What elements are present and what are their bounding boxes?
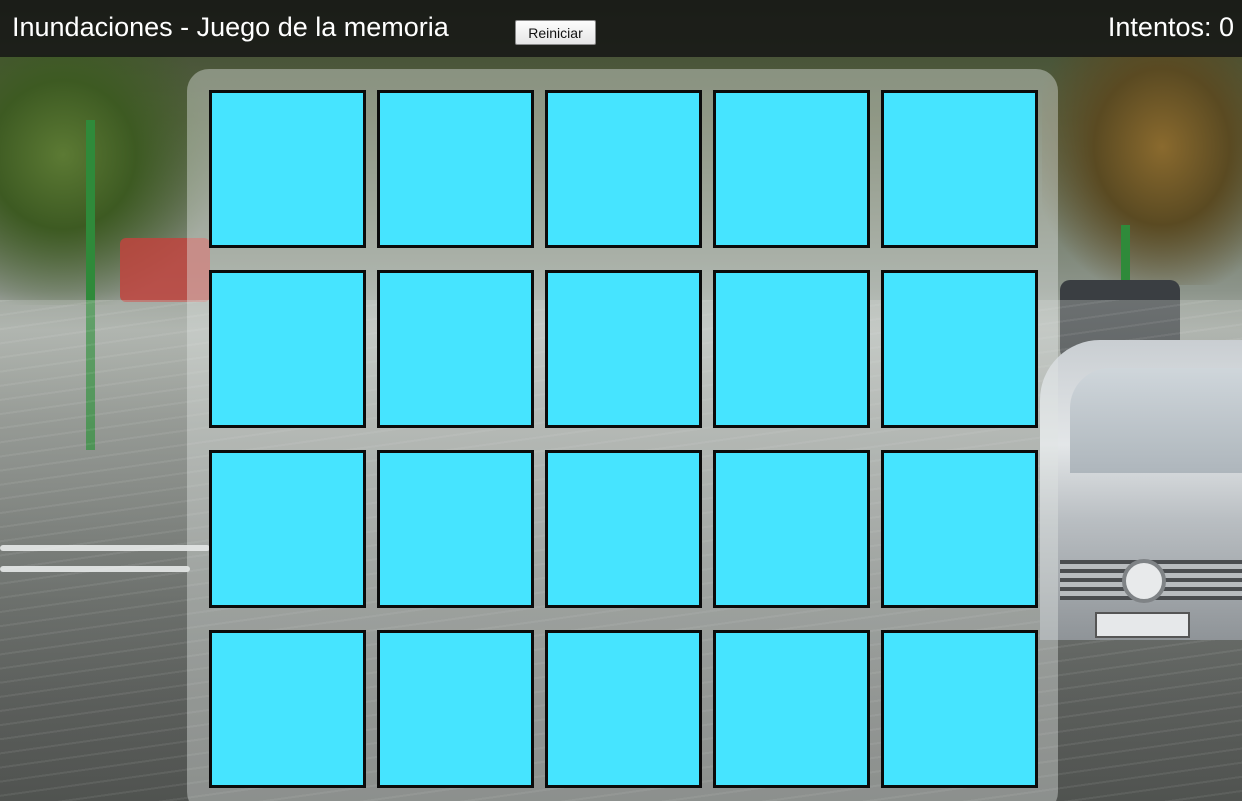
memory-card[interactable] xyxy=(209,630,366,788)
background-car-badge xyxy=(1122,559,1166,603)
reset-button[interactable]: Reiniciar xyxy=(515,20,596,45)
memory-card[interactable] xyxy=(881,630,1038,788)
memory-card[interactable] xyxy=(881,270,1038,428)
background-wave xyxy=(0,545,210,551)
background-car-windshield xyxy=(1070,368,1242,473)
memory-card[interactable] xyxy=(377,450,534,608)
memory-card[interactable] xyxy=(377,90,534,248)
memory-card[interactable] xyxy=(545,90,702,248)
memory-card[interactable] xyxy=(713,630,870,788)
header-bar: Inundaciones - Juego de la memoria Reini… xyxy=(0,0,1242,57)
memory-card[interactable] xyxy=(209,90,366,248)
background-wave xyxy=(0,566,190,572)
attempts-counter: Intentos: 0 xyxy=(1107,12,1234,42)
memory-card[interactable] xyxy=(545,450,702,608)
memory-card[interactable] xyxy=(881,450,1038,608)
memory-card[interactable] xyxy=(209,270,366,428)
memory-card[interactable] xyxy=(377,270,534,428)
memory-card[interactable] xyxy=(545,270,702,428)
background-trees-right xyxy=(1042,55,1242,285)
background-car-plate xyxy=(1095,612,1190,638)
card-grid xyxy=(209,90,1038,788)
game-title: Inundaciones - Juego de la memoria xyxy=(12,12,449,42)
memory-card[interactable] xyxy=(545,630,702,788)
memory-card[interactable] xyxy=(209,450,366,608)
memory-card[interactable] xyxy=(713,270,870,428)
memory-card[interactable] xyxy=(881,90,1038,248)
memory-card[interactable] xyxy=(377,630,534,788)
memory-card[interactable] xyxy=(713,450,870,608)
game-page: Inundaciones - Juego de la memoria Reini… xyxy=(0,0,1242,801)
memory-card[interactable] xyxy=(713,90,870,248)
